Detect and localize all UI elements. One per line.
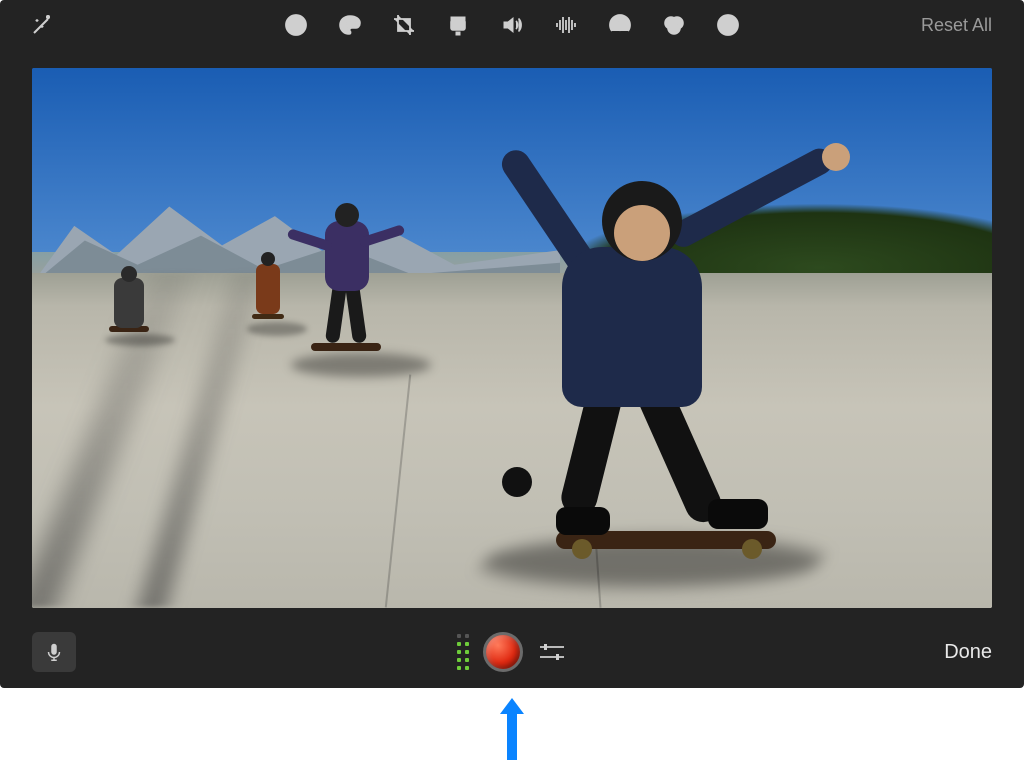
adjust-tool-row [283, 12, 741, 38]
color-filter-icon[interactable] [661, 12, 687, 38]
skater-figure [291, 203, 401, 383]
microphone-button[interactable] [32, 632, 76, 672]
stabilization-icon[interactable] [445, 12, 471, 38]
top-toolbar: Reset All [0, 0, 1024, 50]
skater-figure [243, 252, 293, 332]
video-preview[interactable] [32, 68, 992, 608]
annotation-arrow-icon [494, 694, 530, 764]
input-level-meter [457, 634, 469, 670]
volume-icon[interactable] [499, 12, 525, 38]
reset-all-button[interactable]: Reset All [921, 15, 992, 35]
crop-icon[interactable] [391, 12, 417, 38]
voiceover-toolbar: Done [0, 622, 1024, 688]
video-adjust-panel: Reset All [0, 0, 1024, 688]
speed-icon[interactable] [607, 12, 633, 38]
magic-wand-icon[interactable] [29, 12, 55, 38]
color-palette-icon[interactable] [337, 12, 363, 38]
info-icon[interactable] [715, 12, 741, 38]
viewer-area [0, 50, 1024, 622]
done-button[interactable]: Done [944, 641, 992, 664]
adjust-icon[interactable] [283, 12, 309, 38]
noise-reduction-icon[interactable] [553, 12, 579, 38]
record-button[interactable] [483, 632, 523, 672]
skater-figure [512, 187, 872, 567]
voiceover-options-button[interactable] [537, 639, 567, 665]
skater-figure [99, 268, 159, 338]
record-controls [457, 632, 567, 672]
